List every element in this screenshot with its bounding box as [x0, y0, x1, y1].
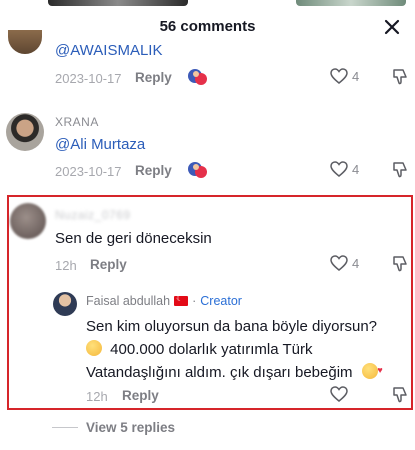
dislike-icon[interactable] [392, 161, 408, 178]
reply-author-line: Faisal abdullah · Creator [86, 294, 242, 308]
reply-text-line3-value: Vatandaşlığını aldım. çık dışarı bebeğim [86, 364, 353, 381]
comment-mention[interactable]: @AWAISMALIK [55, 42, 162, 59]
reply-text-line1: Sen kim oluyorsun da bana böyle diyorsun… [86, 318, 378, 335]
comment-date: 2023-10-17 [55, 71, 122, 86]
reply-date: 12h [86, 389, 108, 404]
dislike-icon[interactable] [392, 68, 408, 85]
comment-item: @AWAISMALIK 2023-10-17 Reply 4 [0, 0, 415, 100]
comment-item: XRANA @Ali Murtaza 2023-10-17 Reply 4 [0, 100, 415, 190]
comment-text: Sen de geri döneceksin [55, 230, 212, 247]
dislike-icon[interactable] [392, 255, 408, 272]
kiss-face-emoji-icon [361, 359, 383, 382]
like-button[interactable]: 4 [330, 161, 359, 177]
like-count: 4 [352, 161, 360, 177]
dislike-icon[interactable] [392, 386, 408, 403]
comment-item: Nuzaiz_0769 Sen de geri döneceksin 12h R… [0, 195, 415, 290]
comment-date: 2023-10-17 [55, 164, 122, 179]
like-button[interactable]: 4 [330, 68, 359, 84]
creator-badge: Creator [200, 294, 242, 308]
separator-dot: · [192, 294, 197, 308]
reply-text-line2-value: 400.000 dolarlık yatırımla Türk [110, 341, 313, 358]
comment-username[interactable]: Nuzaiz_0769 [55, 208, 131, 222]
avatar[interactable] [10, 203, 46, 239]
view-replies-button[interactable]: View 5 replies [52, 420, 175, 435]
heart-icon [330, 68, 348, 84]
comment-mention[interactable]: @Ali Murtaza [55, 136, 145, 153]
reply-button[interactable]: Reply [135, 70, 172, 85]
comment-username[interactable]: XRANA [55, 115, 99, 129]
turkey-flag-icon [174, 294, 189, 306]
like-count: 4 [352, 68, 360, 84]
heart-icon [330, 255, 348, 271]
reply-button[interactable]: Reply [122, 388, 159, 403]
heart-icon [330, 386, 348, 402]
reply-button[interactable]: Reply [135, 163, 172, 178]
reaction-avatars-icon [188, 69, 207, 85]
reply-text-line2: 400.000 dolarlık yatırımla Türk [86, 338, 313, 361]
reply-username[interactable]: Faisal abdullah [86, 294, 170, 308]
reply-text-line3: Vatandaşlığını aldım. çık dışarı bebeğim [86, 359, 383, 384]
reaction-avatars-icon [188, 162, 207, 178]
avatar[interactable] [8, 30, 42, 54]
sad-face-emoji-icon [86, 340, 102, 356]
like-button[interactable]: 4 [330, 255, 359, 271]
heart-icon [330, 161, 348, 177]
creator-avatar[interactable] [53, 292, 77, 316]
comment-date: 12h [55, 258, 77, 273]
avatar[interactable] [6, 113, 44, 151]
like-count: 4 [352, 255, 360, 271]
divider-line [52, 427, 78, 428]
view-replies-label: View 5 replies [86, 420, 176, 435]
reply-button[interactable]: Reply [90, 257, 127, 272]
like-button[interactable] [330, 386, 348, 402]
